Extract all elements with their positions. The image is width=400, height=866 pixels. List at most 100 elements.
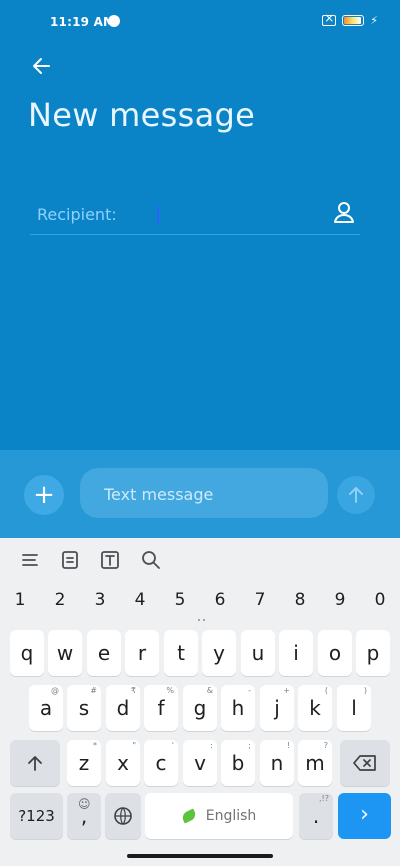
key-h[interactable]: h - <box>221 685 255 731</box>
home-indicator[interactable] <box>127 854 273 858</box>
backspace-key[interactable] <box>340 740 390 786</box>
text-box-icon <box>101 551 119 569</box>
key-v-hint: : <box>210 741 213 750</box>
space-key[interactable]: English <box>145 793 293 839</box>
number-key-0[interactable]: 0 <box>368 590 392 610</box>
key-f-letter: f <box>157 696 165 720</box>
key-i[interactable]: i <box>279 630 313 676</box>
key-m[interactable]: m ? <box>298 740 332 786</box>
charging-icon: ⚡ <box>370 14 378 27</box>
back-arrow-icon <box>33 58 50 74</box>
key-x[interactable]: x " <box>106 740 140 786</box>
clipboard-button[interactable] <box>58 548 82 572</box>
key-r[interactable]: r <box>125 630 159 676</box>
contact-picker-button[interactable] <box>330 199 358 227</box>
key-c[interactable]: c ' <box>144 740 178 786</box>
key-v[interactable]: v : <box>183 740 217 786</box>
key-k[interactable]: k ( <box>298 685 332 731</box>
text-box-button[interactable] <box>98 548 122 572</box>
menu-lines-button[interactable] <box>18 548 42 572</box>
number-key-9[interactable]: 9 <box>328 590 352 610</box>
key-d-letter: d <box>116 696 130 720</box>
key-o[interactable]: o <box>318 630 352 676</box>
messaging-screen: 11:19 AM ⚡ New message Recipient: + <box>0 0 400 538</box>
key-e[interactable]: e <box>87 630 121 676</box>
key-s-letter: s <box>78 696 90 720</box>
enter-key[interactable]: › <box>338 793 391 839</box>
status-icons: ⚡ <box>322 11 378 27</box>
comma-key[interactable]: , ☺ <box>67 793 101 839</box>
add-icon: + <box>33 480 55 510</box>
period-hint: ,!? <box>319 794 329 803</box>
keyboard-toolbar <box>0 538 400 582</box>
key-d-hint: ₹ <box>130 686 136 695</box>
recipient-input[interactable] <box>126 201 320 229</box>
key-d[interactable]: d ₹ <box>106 685 140 731</box>
key-m-letter: m <box>305 751 325 775</box>
key-u[interactable]: u <box>241 630 275 676</box>
key-n[interactable]: n ! <box>260 740 294 786</box>
key-y[interactable]: y <box>202 630 236 676</box>
recipient-label: Recipient: <box>37 205 117 224</box>
key-m-hint: ? <box>323 741 328 750</box>
key-h-letter: h <box>231 696 245 720</box>
leaf-icon <box>180 808 198 824</box>
key-c-hint: ' <box>171 741 174 750</box>
recipient-divider <box>30 234 360 235</box>
key-b-hint: ; <box>248 741 251 750</box>
space-label: English <box>205 808 257 824</box>
add-attachment-button[interactable]: + <box>24 475 64 515</box>
key-j-hint: + <box>283 686 290 695</box>
back-button[interactable] <box>28 52 56 80</box>
period-label: . <box>312 804 320 828</box>
key-l[interactable]: l ) <box>337 685 371 731</box>
number-key-2[interactable]: 2 <box>48 590 72 610</box>
key-g-letter: g <box>193 696 207 720</box>
key-v-letter: v <box>194 751 206 775</box>
period-key[interactable]: . ,!? <box>299 793 333 839</box>
key-s-hint: # <box>90 686 97 695</box>
text-cursor <box>157 206 159 224</box>
keyboard-search-button[interactable] <box>139 548 163 572</box>
key-n-letter: n <box>270 751 284 775</box>
key-a[interactable]: a @ <box>29 685 63 731</box>
key-h-hint: - <box>248 686 251 695</box>
key-j[interactable]: j + <box>260 685 294 731</box>
key-g[interactable]: g & <box>183 685 217 731</box>
number-key-6[interactable]: 6 <box>208 590 232 610</box>
number-key-3[interactable]: 3 <box>88 590 112 610</box>
key-x-hint: " <box>132 741 136 750</box>
key-a-hint: @ <box>51 686 59 695</box>
key-k-letter: k <box>309 696 321 720</box>
key-z[interactable]: z * <box>67 740 101 786</box>
key-f[interactable]: f % <box>144 685 178 731</box>
battery-icon <box>342 15 365 26</box>
status-time: 11:19 AM <box>50 15 116 29</box>
key-j-letter: j <box>274 696 280 720</box>
number-key-7[interactable]: 7 <box>248 590 272 610</box>
key-l-letter: l <box>351 696 357 720</box>
shift-key[interactable] <box>10 740 60 786</box>
key-s[interactable]: s # <box>67 685 101 731</box>
number-key-4[interactable]: 4 <box>128 590 152 610</box>
language-key[interactable] <box>105 793 141 839</box>
key-p[interactable]: p <box>356 630 390 676</box>
number-key-8[interactable]: 8 <box>288 590 312 610</box>
key-w[interactable]: w <box>48 630 82 676</box>
key-t[interactable]: t <box>164 630 198 676</box>
send-arrow-icon <box>349 487 363 503</box>
recipient-row: Recipient: <box>30 195 360 235</box>
key-b[interactable]: b ; <box>221 740 255 786</box>
key-b-letter: b <box>231 751 245 775</box>
key-g-hint: & <box>206 686 213 695</box>
search-icon <box>142 551 160 569</box>
number-key-1[interactable]: 1 <box>8 590 32 610</box>
send-button[interactable] <box>337 476 375 514</box>
text-message-input[interactable] <box>102 483 316 505</box>
key-f-hint: % <box>166 686 174 695</box>
emoji-icon: ☺ <box>78 797 91 811</box>
number-key-5[interactable]: 5 <box>168 590 192 610</box>
key-q[interactable]: q <box>10 630 44 676</box>
number-row-dots <box>198 619 205 622</box>
symbols-key[interactable]: ?123 <box>10 793 63 839</box>
